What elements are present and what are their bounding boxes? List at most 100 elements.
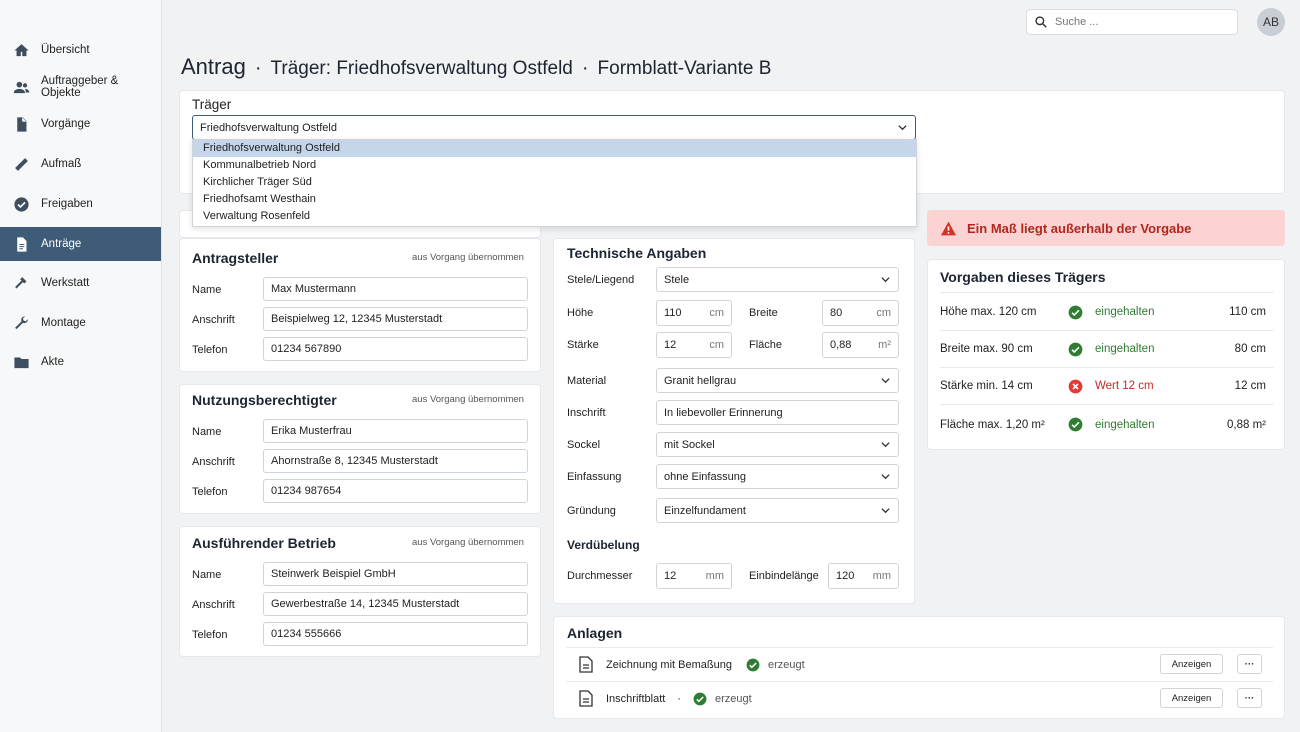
alert-text: Ein Maß liegt außerhalb der Vorgabe [967, 220, 1192, 236]
stele-value: Stele [664, 273, 690, 286]
stele-label: Stele/Liegend [567, 274, 635, 286]
sidebar-item-vorgaenge[interactable]: Vorgänge [0, 107, 161, 141]
vorgabe-status: eingehalten [1095, 306, 1155, 318]
sidebar-item-antraege[interactable]: Anträge [0, 227, 161, 261]
divider [940, 292, 1274, 293]
source-note: aus Vorgang übernommen [412, 394, 524, 405]
sidebar-item-werkstatt[interactable]: Werkstatt [0, 266, 161, 300]
vorgabe-label: Stärke min. 14 cm [940, 380, 1033, 392]
vorgabe-label: Höhe max. 120 cm [940, 306, 1037, 318]
gruendung-label: Gründung [567, 505, 616, 517]
warning-icon [941, 221, 956, 235]
sidebar-item-montage[interactable]: Montage [0, 306, 161, 340]
antragsteller-name-field[interactable]: Max Mustermann [263, 277, 528, 301]
sidebar-item-label: Akte [41, 356, 65, 368]
more-options-button[interactable]: ··· [1237, 654, 1262, 674]
source-note: aus Vorgang übernommen [412, 252, 524, 263]
vorgabe-value: 12 cm [1234, 380, 1266, 392]
ruler-icon [13, 156, 30, 173]
dropdown-option[interactable]: Kirchlicher Träger Süd [193, 174, 916, 191]
anzeigen-button[interactable]: Anzeigen [1160, 654, 1223, 674]
anlage-name[interactable]: Zeichnung mit Bemaßung [606, 659, 732, 671]
sidebar-item-label: Montage [41, 317, 86, 329]
vorgabe-row: Fläche max. 1,20 m² eingehalten 0,88 m² [940, 406, 1274, 443]
check-circle-icon [1068, 417, 1083, 432]
hoehe-value: 110 [664, 307, 682, 319]
page-title-variant: Formblatt-Variante B [597, 58, 772, 79]
flaeche-input[interactable]: 0,88 m² [822, 332, 899, 358]
sidebar-item-freigaben[interactable]: Freigaben [0, 187, 161, 221]
title-separator: · [581, 57, 589, 79]
people-icon [13, 79, 30, 96]
vorgaben-title: Vorgaben dieses Trägers [940, 269, 1106, 285]
sockel-select[interactable]: mit Sockel [656, 432, 899, 457]
anlagen-title: Anlagen [567, 625, 623, 641]
nutzung-phone-field[interactable]: 01234 987654 [263, 479, 528, 503]
einbinde-input[interactable]: 120 mm [828, 563, 899, 589]
material-value: Granit hellgrau [664, 374, 737, 387]
dropdown-option[interactable]: Friedhofsamt Westhain [193, 191, 916, 208]
chevron-down-icon [881, 378, 890, 384]
nutzung-address-field[interactable]: Ahornstraße 8, 12345 Musterstadt [263, 449, 528, 473]
einbinde-label: Einbindelänge [749, 570, 819, 582]
stele-select[interactable]: Stele [656, 267, 899, 292]
dropdown-option[interactable]: Verwaltung Rosenfeld [193, 208, 916, 225]
gruendung-select[interactable]: Einzelfundament [656, 498, 899, 523]
phone-label: Telefon [192, 344, 228, 356]
page-title-main: Antrag [181, 54, 246, 79]
vorgabe-row: Stärke min. 14 cm Wert 12 cm 12 cm [940, 368, 1274, 405]
vorgabe-value: 110 cm [1229, 306, 1266, 318]
nutzung-name-field[interactable]: Erika Musterfrau [263, 419, 528, 443]
anlage-name[interactable]: Inschriftblatt [606, 693, 665, 705]
einbinde-value: 120 [836, 570, 855, 582]
inschrift-input[interactable]: In liebevoller Erinnerung [656, 400, 899, 425]
check-circle-icon [693, 692, 707, 706]
sidebar-item-auftraggeber[interactable]: Auftraggeber & Objekte [0, 70, 161, 104]
traeger-select[interactable]: Friedhofsverwaltung Ostfeld [192, 115, 916, 140]
search-box[interactable] [1026, 9, 1238, 35]
betrieb-name-field[interactable]: Steinwerk Beispiel GmbH [263, 562, 528, 586]
hoehe-input[interactable]: 110 cm [656, 300, 732, 326]
einfassung-value: ohne Einfassung [664, 470, 746, 483]
betrieb-address-field[interactable]: Gewerbestraße 14, 12345 Musterstadt [263, 592, 528, 616]
betrieb-phone-field[interactable]: 01234 555666 [263, 622, 528, 646]
vorgabe-value: 80 cm [1234, 343, 1266, 355]
search-input[interactable] [1055, 16, 1225, 28]
tech-title: Technische Angaben [567, 245, 707, 261]
unit-label: mm [705, 570, 724, 582]
dropdown-option[interactable]: Friedhofsverwaltung Ostfeld [193, 140, 916, 157]
document-icon [566, 690, 606, 707]
more-options-button[interactable]: ··· [1237, 688, 1262, 708]
wrench-icon [13, 315, 30, 332]
anzeigen-button[interactable]: Anzeigen [1160, 688, 1223, 708]
sockel-label: Sockel [567, 439, 601, 451]
address-label: Anschrift [192, 456, 235, 468]
vorgabe-row: Breite max. 90 cm eingehalten 80 cm [940, 331, 1274, 368]
antragsteller-address-field[interactable]: Beispielweg 12, 12345 Musterstadt [263, 307, 528, 331]
flaeche-label: Fläche [749, 339, 783, 351]
breite-input[interactable]: 80 cm [822, 300, 899, 326]
hoehe-label: Höhe [567, 307, 594, 319]
traeger-select-value: Friedhofsverwaltung Ostfeld [200, 121, 337, 134]
gruendung-value: Einzelfundament [664, 504, 746, 517]
flaeche-value: 0,88 [830, 339, 852, 351]
source-note: aus Vorgang übernommen [412, 537, 524, 548]
vorgabe-row: Höhe max. 120 cm eingehalten 110 cm [940, 294, 1274, 331]
unit-label: cm [876, 307, 891, 319]
dropdown-option[interactable]: Kommunalbetrieb Nord [193, 157, 916, 174]
staerke-input[interactable]: 12 cm [656, 332, 732, 358]
einfassung-select[interactable]: ohne Einfassung [656, 464, 899, 489]
sidebar-item-aufmass[interactable]: Aufmaß [0, 147, 161, 181]
avatar[interactable]: AB [1257, 8, 1285, 36]
antragsteller-phone-field[interactable]: 01234 567890 [263, 337, 528, 361]
durchmesser-input[interactable]: 12 mm [656, 563, 732, 589]
material-select[interactable]: Granit hellgrau [656, 368, 899, 393]
separator: · [677, 692, 681, 705]
sidebar-item-akte[interactable]: Akte [0, 345, 161, 379]
traeger-label: Träger [192, 97, 232, 112]
unit-label: m² [878, 339, 891, 351]
check-circle-icon [746, 658, 760, 672]
sidebar-item-uebersicht[interactable]: Übersicht [0, 33, 161, 67]
unit-label: cm [709, 339, 724, 351]
address-label: Anschrift [192, 599, 235, 611]
